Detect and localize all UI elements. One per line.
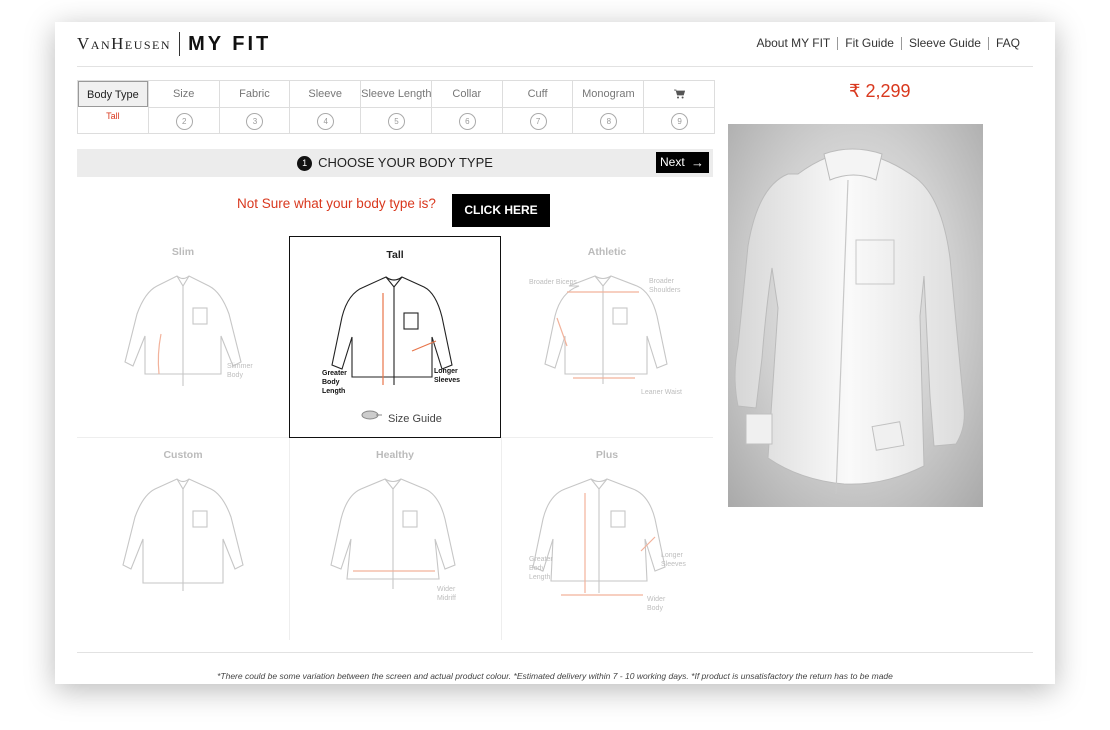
healthy-shirt-illustration: Wider Midriff	[330, 478, 456, 602]
measuring-tape-icon	[361, 410, 382, 420]
step-sleeve[interactable]: Sleeve 4	[289, 81, 361, 133]
top-nav: About MY FIT Fit Guide Sleeve Guide FAQ	[749, 37, 1027, 50]
annotation-label: Wider	[647, 596, 666, 603]
body-type-custom[interactable]: Custom	[77, 437, 289, 640]
size-guide-link[interactable]: Size Guide	[388, 413, 442, 425]
header: VanHeusen MY FIT About MY FIT Fit Guide …	[77, 22, 1033, 67]
step-value: Tall	[106, 111, 120, 121]
body-type-tall[interactable]: Greater Body Length Longer Sleeves Tall …	[289, 236, 501, 438]
step-number-badge: 1	[297, 156, 313, 171]
annotation-label: Midriff	[437, 595, 456, 602]
annotation-label: Greater	[529, 556, 553, 563]
step-tabs: Body Type Tall Size 2 Fabric 3 Sleeve 4 …	[77, 80, 715, 134]
next-label: Next	[660, 155, 685, 169]
arrow-right-icon: →	[691, 155, 704, 170]
body-type-name: Slim	[171, 246, 195, 258]
step-collar[interactable]: Collar 6	[430, 81, 502, 133]
annotation-label: Body	[529, 565, 545, 572]
section-title: 1 CHOOSE YOUR BODY TYPE	[77, 149, 713, 177]
tall-shirt-illustration: Greater Body Length Longer Sleeves	[322, 276, 460, 420]
step-monogram[interactable]: Monogram 8	[572, 81, 644, 133]
custom-shirt-illustration	[122, 478, 244, 591]
annotation-label: Leaner Waist	[641, 389, 682, 396]
step-label: Size	[148, 81, 219, 108]
step-size[interactable]: Size 2	[147, 81, 219, 133]
footer-divider	[77, 652, 1033, 653]
step-number: 7	[529, 113, 547, 130]
product-image	[728, 124, 983, 507]
body-type-help-text: Not Sure what your body type is?	[237, 196, 436, 211]
step-label: Collar	[431, 81, 502, 108]
step-label: Monogram	[573, 81, 644, 108]
product-name: MY FIT	[188, 32, 272, 55]
price-label: ₹ 2,299	[849, 81, 911, 101]
athletic-shirt-illustration: Broader Biceps Broader Shoulders Leaner …	[529, 275, 682, 396]
annotation-label: Body	[322, 379, 340, 386]
step-label: Sleeve Length	[361, 81, 431, 108]
nav-sleeve-guide[interactable]: Sleeve Guide	[900, 37, 988, 50]
annotation-label: Length	[322, 388, 345, 395]
annotation-label: Broader	[649, 278, 675, 285]
body-type-name: Tall	[386, 249, 404, 261]
slim-shirt-illustration: Slimmer Body	[124, 275, 253, 386]
click-here-button[interactable]: CLICK HERE	[452, 194, 550, 227]
body-type-name: Plus	[595, 449, 619, 461]
body-type-name: Athletic	[587, 246, 627, 258]
body-type-slim[interactable]: Slimmer Body Slim	[77, 234, 289, 437]
step-cart[interactable]: 9	[643, 81, 715, 133]
body-type-athletic[interactable]: Broader Biceps Broader Shoulders Leaner …	[501, 234, 713, 437]
step-fabric[interactable]: Fabric 3	[218, 81, 290, 133]
step-label: Fabric	[219, 81, 290, 108]
nav-about-my-fit[interactable]: About MY FIT	[749, 37, 837, 50]
body-type-name: Custom	[163, 449, 203, 461]
annotation-label: Greater	[322, 370, 347, 377]
body-type-plus[interactable]: Greater Body Length Longer Sleeves Wider…	[501, 437, 713, 640]
step-number: 9	[671, 113, 689, 130]
next-button[interactable]: Next →	[656, 152, 709, 173]
section-title-text: CHOOSE YOUR BODY TYPE	[318, 155, 493, 170]
annotation-label: Slimmer	[227, 363, 253, 370]
step-label: Body Type	[78, 81, 148, 107]
step-number: 2	[175, 113, 193, 130]
step-cuff[interactable]: Cuff 7	[501, 81, 573, 133]
step-label: Sleeve	[290, 81, 361, 108]
cart-tab	[644, 81, 715, 108]
step-number: 5	[388, 113, 406, 130]
body-type-healthy[interactable]: Wider Midriff Healthy	[289, 437, 501, 640]
annotation-label: Length	[529, 574, 551, 581]
page-frame: VanHeusen MY FIT About MY FIT Fit Guide …	[55, 22, 1055, 684]
brand-logo[interactable]: VanHeusen MY FIT	[77, 32, 271, 56]
body-type-name: Healthy	[376, 449, 414, 461]
brand-name: VanHeusen	[77, 34, 172, 53]
nav-fit-guide[interactable]: Fit Guide	[837, 37, 901, 50]
body-type-grid: Slimmer Body Slim Greater Body Length Lo…	[77, 234, 713, 640]
annotation-label: Sleeves	[434, 377, 460, 384]
annotation-label: Longer	[434, 368, 458, 375]
footer-disclaimer: *There could be some variation between t…	[217, 671, 893, 681]
annotation-label: Sleeves	[661, 561, 686, 568]
step-number: 8	[600, 113, 618, 130]
step-number: 6	[458, 113, 476, 130]
logo-divider	[179, 32, 181, 56]
step-number: 3	[246, 113, 264, 130]
step-number: 4	[317, 113, 335, 130]
annotation-label: Broader Biceps	[529, 279, 577, 286]
choose-body-type-bar: 1 CHOOSE YOUR BODY TYPE Next →	[77, 149, 713, 177]
annotation-label: Longer	[661, 552, 683, 559]
step-label: Cuff	[502, 81, 573, 108]
plus-shirt-illustration: Greater Body Length Longer Sleeves Wider…	[529, 478, 686, 612]
annotation-label: Body	[227, 372, 243, 379]
annotation-label: Body	[647, 605, 663, 612]
nav-faq[interactable]: FAQ	[987, 37, 1027, 50]
annotation-label: Shoulders	[649, 287, 681, 294]
annotation-label: Wider	[437, 586, 456, 593]
shirt-photo-illustration	[734, 148, 965, 495]
step-sleeve-length[interactable]: Sleeve Length 5	[360, 81, 431, 133]
step-body-type[interactable]: Body Type Tall	[78, 81, 148, 133]
cart-icon	[673, 89, 685, 99]
